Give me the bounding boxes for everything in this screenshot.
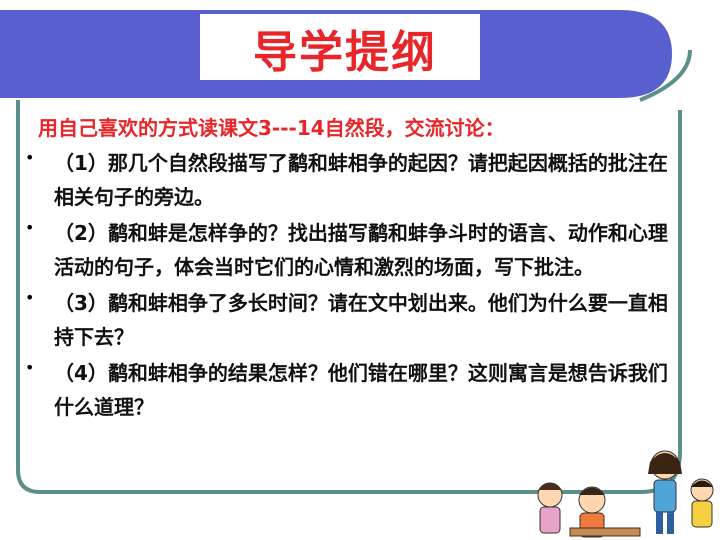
question-text: （4）鹬和蚌相争的结果怎样？他们错在哪里？这则寓言是想告诉我们什么道理？ — [54, 361, 668, 419]
cartoon-children-illustration — [537, 450, 714, 538]
question-text: （3）鹬和蚌相争了多长时间？请在文中划出来。他们为什么要一直相持下去？ — [54, 291, 668, 349]
question-text: （2）鹬和蚌是怎样争的？找出描写鹬和蚌争斗时的语言、动作和心理活动的句子，体会当… — [54, 221, 668, 279]
question-item: • （1）那几个自然段描写了鹬和蚌相争的起因？请把起因概括的批注在相关句子的旁边… — [22, 146, 682, 214]
slide-title: 导学提纲 — [253, 27, 437, 78]
question-item: • （2）鹬和蚌是怎样争的？找出描写鹬和蚌争斗时的语言、动作和心理活动的句子，体… — [22, 216, 682, 284]
bullet-icon: • — [25, 218, 35, 237]
question-item: • （3）鹬和蚌相争了多长时间？请在文中划出来。他们为什么要一直相持下去？ — [22, 286, 682, 354]
bullet-icon: • — [25, 358, 35, 377]
intro-text: 用自己喜欢的方式读课文3---14自然段，交流讨论： — [38, 116, 505, 140]
bullet-icon: • — [25, 288, 35, 307]
question-item: • （4）鹬和蚌相争的结果怎样？他们错在哪里？这则寓言是想告诉我们什么道理？ — [22, 356, 682, 424]
question-text: （1）那几个自然段描写了鹬和蚌相争的起因？请把起因概括的批注在相关句子的旁边。 — [54, 151, 668, 209]
bullet-icon: • — [25, 148, 35, 167]
question-list: • （1）那几个自然段描写了鹬和蚌相争的起因？请把起因概括的批注在相关句子的旁边… — [22, 146, 682, 426]
